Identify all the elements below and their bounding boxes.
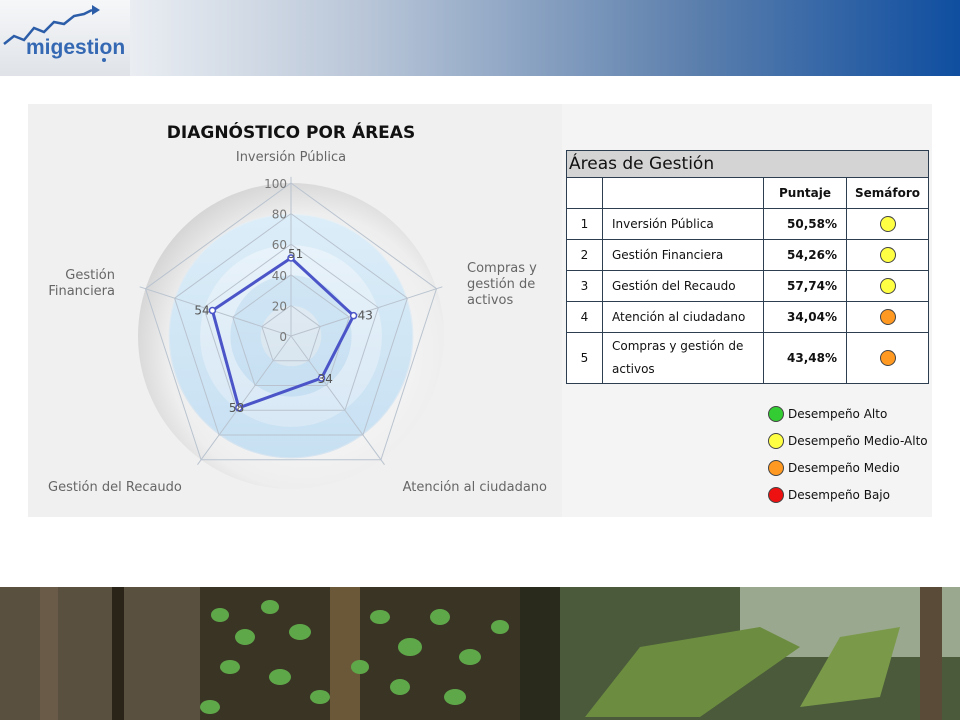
score-header: Puntaje <box>763 177 847 209</box>
radar-axis-label: Compras y gestión de activos <box>467 261 537 308</box>
legend-label: Desempeño Medio <box>788 460 900 475</box>
area-score: 34,04% <box>763 301 847 333</box>
logo-graphic: migestion <box>3 5 125 62</box>
table-row: 1 Inversión Pública 50,58% <box>566 208 929 240</box>
radar-data-label: 51 <box>288 247 303 261</box>
area-score: 43,48% <box>763 332 847 384</box>
forest-photo <box>0 587 960 720</box>
table-row: 4 Atención al ciudadano 34,04% <box>566 301 929 333</box>
radar-tick-label: 60 <box>272 238 287 252</box>
legend-label: Desempeño Medio-Alto <box>788 433 928 448</box>
area-name: Atención al ciudadano <box>602 301 764 333</box>
table-row: 5 Compras y gestión de activos 43,48% <box>566 332 929 384</box>
semaforo-header: Semáforo <box>846 177 929 209</box>
radar-data-label: 43 <box>358 309 373 323</box>
legend-item: Desempeño Bajo <box>768 481 928 508</box>
radar-axis-label: Gestión Financiera <box>48 268 115 299</box>
area-name: Gestión del Recaudo <box>602 270 764 302</box>
traffic-light-icon <box>879 278 896 294</box>
header-banner: migestion <box>0 0 960 76</box>
yellow-dot-icon <box>768 432 784 449</box>
row-number: 5 <box>566 332 603 384</box>
traffic-light-icon <box>879 309 896 325</box>
radar-tick-label: 20 <box>272 299 287 313</box>
radar-axis-label: Inversión Pública <box>236 150 346 165</box>
table-row: 3 Gestión del Recaudo 57,74% <box>566 270 929 302</box>
legend-item: Desempeño Alto <box>768 400 928 427</box>
traffic-light-icon <box>879 247 896 263</box>
table-header-row: Puntaje Semáforo <box>566 177 929 209</box>
row-number: 4 <box>566 301 603 333</box>
legend-label: Desempeño Alto <box>788 406 888 421</box>
radar-axis-label: Gestión del Recaudo <box>48 480 182 495</box>
row-number: 2 <box>566 239 603 271</box>
logo[interactable]: migestion <box>0 0 130 76</box>
areas-table: Áreas de Gestión Puntaje Semáforo 1 Inve… <box>566 150 929 384</box>
area-score: 57,74% <box>763 270 847 302</box>
radar-chart: DIAGNÓSTICO POR ÁREAS 020406080100 51433… <box>48 121 547 495</box>
radar-tick-label: 100 <box>264 177 287 191</box>
area-score: 54,26% <box>763 239 847 271</box>
logo-text: migestion <box>26 36 125 59</box>
radar-data-label: 54 <box>194 303 209 317</box>
radar-tick-label: 80 <box>272 208 287 222</box>
traffic-light-icon <box>879 216 896 232</box>
radar-point <box>349 311 358 320</box>
area-score: 50,58% <box>763 208 847 240</box>
performance-legend: Desempeño Alto Desempeño Medio-Alto Dese… <box>768 400 928 508</box>
row-number: 3 <box>566 270 603 302</box>
chart-title: DIAGNÓSTICO POR ÁREAS <box>167 121 415 143</box>
area-name: Gestión Financiera <box>602 239 764 271</box>
radar-data-label: 34 <box>318 372 333 386</box>
radar-point <box>208 306 217 315</box>
footer-forest-photo <box>0 587 960 720</box>
radar-axis-label: Atención al ciudadano <box>403 480 547 495</box>
orange-dot-icon <box>768 459 784 476</box>
radar-tick-label: 0 <box>279 330 287 344</box>
table-caption: Áreas de Gestión <box>566 150 929 178</box>
table-row: 2 Gestión Financiera 54,26% <box>566 239 929 271</box>
radar-data-label: 58 <box>229 401 244 415</box>
legend-item: Desempeño Medio <box>768 454 928 481</box>
red-dot-icon <box>768 486 784 503</box>
area-name: Compras y gestión de activos <box>602 332 764 384</box>
legend-label: Desempeño Bajo <box>788 487 890 502</box>
radar-chart-panel: DIAGNÓSTICO POR ÁREAS 0 20 40 60 80 100 51 43 3… <box>28 104 562 517</box>
traffic-light-icon <box>879 350 896 366</box>
row-number: 1 <box>566 208 603 240</box>
legend-item: Desempeño Medio-Alto <box>768 427 928 454</box>
green-dot-icon <box>768 405 784 422</box>
area-name: Inversión Pública <box>602 208 764 240</box>
